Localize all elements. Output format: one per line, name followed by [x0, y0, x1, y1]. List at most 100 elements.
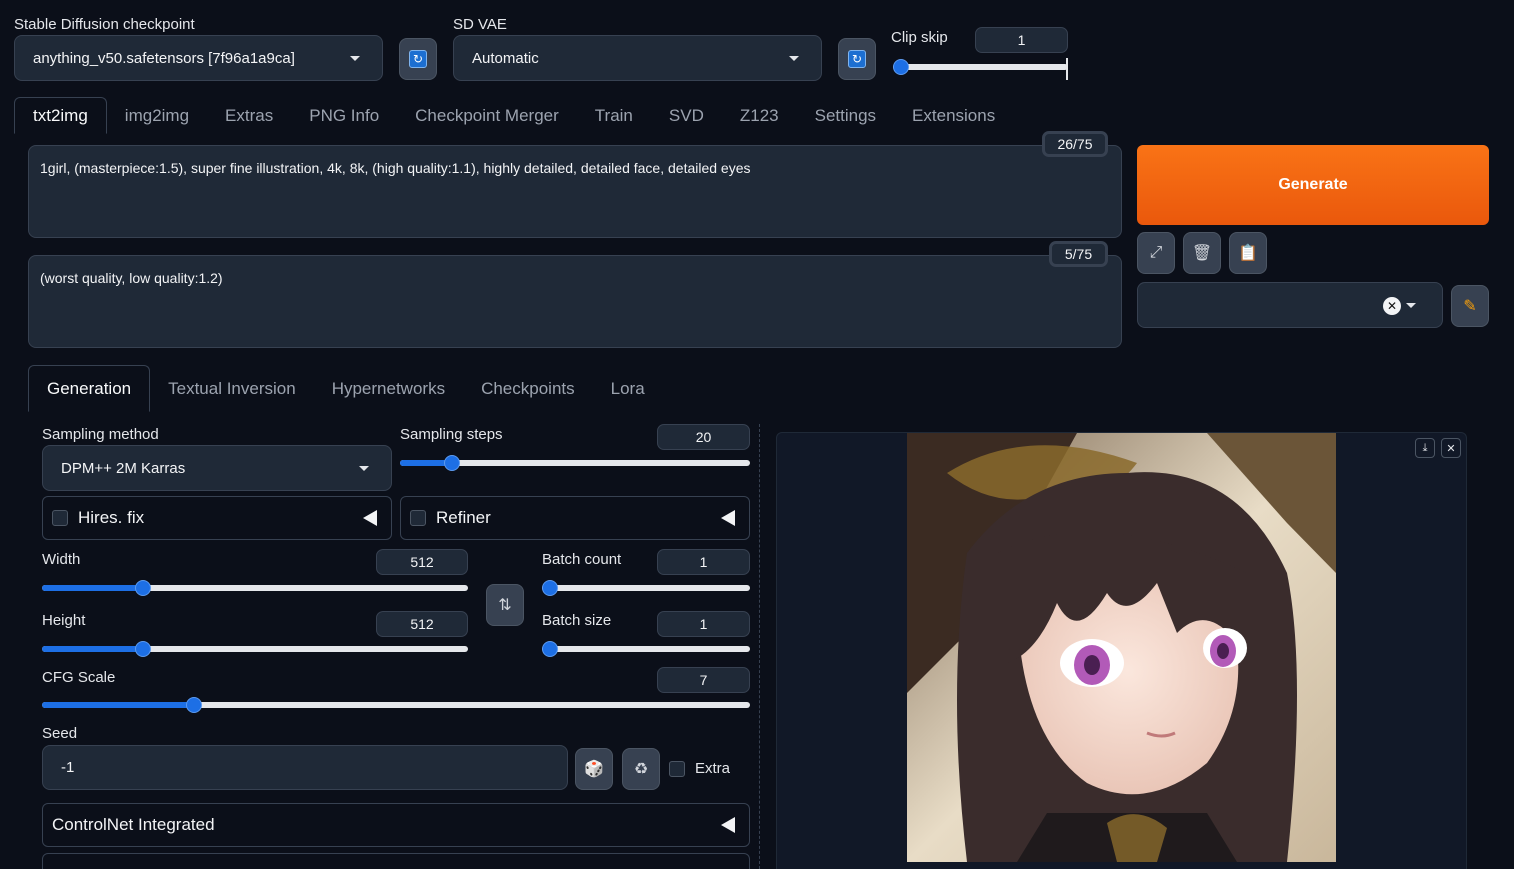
slider-fill	[42, 585, 143, 591]
negative-prompt-text: (worst quality, low quality:1.2)	[40, 270, 223, 286]
next-accordion[interactable]	[42, 853, 750, 869]
slider-fill	[42, 702, 194, 708]
batch-count-label: Batch count	[542, 551, 622, 568]
tab-train[interactable]: Train	[577, 97, 651, 134]
tab-checkpoint-merger[interactable]: Checkpoint Merger	[397, 97, 577, 134]
clip-skip-slider[interactable]	[893, 59, 1068, 75]
chevron-down-icon	[350, 56, 360, 61]
prompt-token-counter: 26/75	[1042, 131, 1108, 157]
trash-icon: 🗑	[1191, 245, 1213, 262]
controlnet-accordion[interactable]: ControlNet Integrated	[42, 803, 750, 847]
checkpoint-value: anything_v50.safetensors [7f96a1a9ca]	[33, 49, 295, 67]
controlnet-label: ControlNet Integrated	[52, 815, 215, 834]
tab-png-info[interactable]: PNG Info	[291, 97, 397, 134]
tab-settings[interactable]: Settings	[797, 97, 894, 134]
subtab-checkpoints[interactable]: Checkpoints	[463, 365, 593, 412]
download-button[interactable]: ⤓	[1415, 438, 1435, 458]
height-label: Height	[42, 612, 86, 629]
subtab-generation[interactable]: Generation	[28, 365, 151, 412]
extra-checkbox[interactable]	[669, 760, 685, 777]
vae-label: SD VAE	[453, 16, 507, 33]
checkpoint-dropdown[interactable]: anything_v50.safetensors [7f96a1a9ca]	[14, 35, 383, 81]
hires-fix-accordion[interactable]: Hires. fix	[42, 496, 392, 540]
collapse-triangle-icon[interactable]	[363, 510, 377, 526]
slider-thumb[interactable]	[186, 697, 202, 713]
dice-icon: 🎲	[584, 761, 604, 778]
negative-token-counter: 5/75	[1049, 241, 1108, 267]
batch-count-input[interactable]: 1	[657, 549, 750, 575]
collapse-triangle-icon[interactable]	[721, 817, 735, 833]
swap-dimensions-button[interactable]: ⇅	[486, 584, 524, 626]
sampling-steps-label: Sampling steps	[400, 426, 503, 443]
swap-arrows-icon: ⇅	[498, 597, 512, 614]
tab-extras[interactable]: Extras	[207, 97, 291, 134]
slider-fill	[42, 646, 143, 652]
slider-thumb[interactable]	[893, 59, 909, 75]
width-slider[interactable]	[42, 580, 468, 596]
refiner-accordion[interactable]: Refiner	[400, 496, 750, 540]
tab-img2img[interactable]: img2img	[107, 97, 207, 134]
generated-image[interactable]	[907, 433, 1336, 862]
batch-size-slider[interactable]	[542, 641, 750, 657]
read-params-button[interactable]: ⤢	[1137, 232, 1175, 274]
edit-styles-button[interactable]: ✎	[1451, 285, 1489, 327]
tab-svd[interactable]: SVD	[651, 97, 722, 134]
extra-seed-toggle[interactable]: Extra	[669, 760, 730, 777]
batch-count-slider[interactable]	[542, 580, 750, 596]
column-divider	[759, 424, 760, 869]
clear-prompt-button[interactable]: 🗑	[1183, 232, 1221, 274]
refresh-icon: ↻	[409, 50, 427, 68]
subtab-lora[interactable]: Lora	[593, 365, 663, 412]
reuse-seed-button[interactable]: ♻	[622, 748, 660, 790]
tab-extensions[interactable]: Extensions	[894, 97, 1013, 134]
vae-dropdown[interactable]: Automatic	[453, 35, 822, 81]
refresh-checkpoint-button[interactable]: ↻	[399, 38, 437, 80]
collapse-triangle-icon[interactable]	[721, 510, 735, 526]
tab-z123[interactable]: Z123	[722, 97, 797, 134]
refiner-checkbox[interactable]	[410, 510, 426, 526]
height-slider[interactable]	[42, 641, 468, 657]
subtab-hypernetworks[interactable]: Hypernetworks	[314, 365, 463, 412]
batch-size-input[interactable]: 1	[657, 611, 750, 637]
sampling-steps-slider[interactable]	[400, 455, 750, 471]
sampling-method-label: Sampling method	[42, 426, 159, 443]
subtab-textual-inversion[interactable]: Textual Inversion	[150, 365, 314, 412]
slider-thumb[interactable]	[444, 455, 460, 471]
slider-thumb[interactable]	[542, 641, 558, 657]
paste-button[interactable]: 📋	[1229, 232, 1267, 274]
slider-thumb[interactable]	[135, 641, 151, 657]
clip-skip-input[interactable]: 1	[975, 27, 1068, 53]
hires-fix-checkbox[interactable]	[52, 510, 68, 526]
prompt-textarea[interactable]: 1girl, (masterpiece:1.5), super fine ill…	[28, 145, 1122, 238]
download-icon: ⤓	[1422, 441, 1428, 454]
width-input[interactable]: 512	[376, 549, 468, 575]
slider-thumb[interactable]	[542, 580, 558, 596]
random-seed-button[interactable]: 🎲	[575, 748, 613, 790]
negative-prompt-textarea[interactable]: (worst quality, low quality:1.2)	[28, 255, 1122, 348]
refresh-icon: ↻	[848, 50, 866, 68]
clear-icon[interactable]: ✕	[1383, 297, 1401, 315]
extra-label: Extra	[695, 760, 731, 777]
chevron-down-icon	[789, 56, 799, 61]
refresh-vae-button[interactable]: ↻	[838, 38, 876, 80]
sampling-steps-input[interactable]: 20	[657, 424, 750, 450]
cfg-scale-slider[interactable]	[42, 697, 750, 713]
tab-txt2img[interactable]: txt2img	[14, 97, 107, 134]
generation-subtabs: Generation Textual Inversion Hypernetwor…	[28, 365, 663, 412]
cfg-scale-input[interactable]: 7	[657, 667, 750, 693]
chevron-down-icon	[1406, 303, 1416, 308]
close-image-button[interactable]: ✕	[1441, 438, 1461, 458]
prompt-text: 1girl, (masterpiece:1.5), super fine ill…	[40, 160, 751, 176]
generate-button[interactable]: Generate	[1137, 145, 1489, 225]
chevron-down-icon	[359, 466, 369, 471]
clip-skip-label: Clip skip	[891, 29, 948, 46]
seed-input[interactable]: -1	[42, 745, 568, 790]
slider-thumb[interactable]	[135, 580, 151, 596]
height-input[interactable]: 512	[376, 611, 468, 637]
recycle-icon: ♻	[633, 761, 649, 778]
styles-dropdown[interactable]: ✕	[1137, 282, 1443, 328]
sampling-method-dropdown[interactable]: DPM++ 2M Karras	[42, 445, 392, 491]
hires-fix-label: Hires. fix	[78, 508, 145, 527]
seed-label: Seed	[42, 725, 78, 742]
arrow-diagonal-icon: ⤢	[1149, 244, 1163, 261]
